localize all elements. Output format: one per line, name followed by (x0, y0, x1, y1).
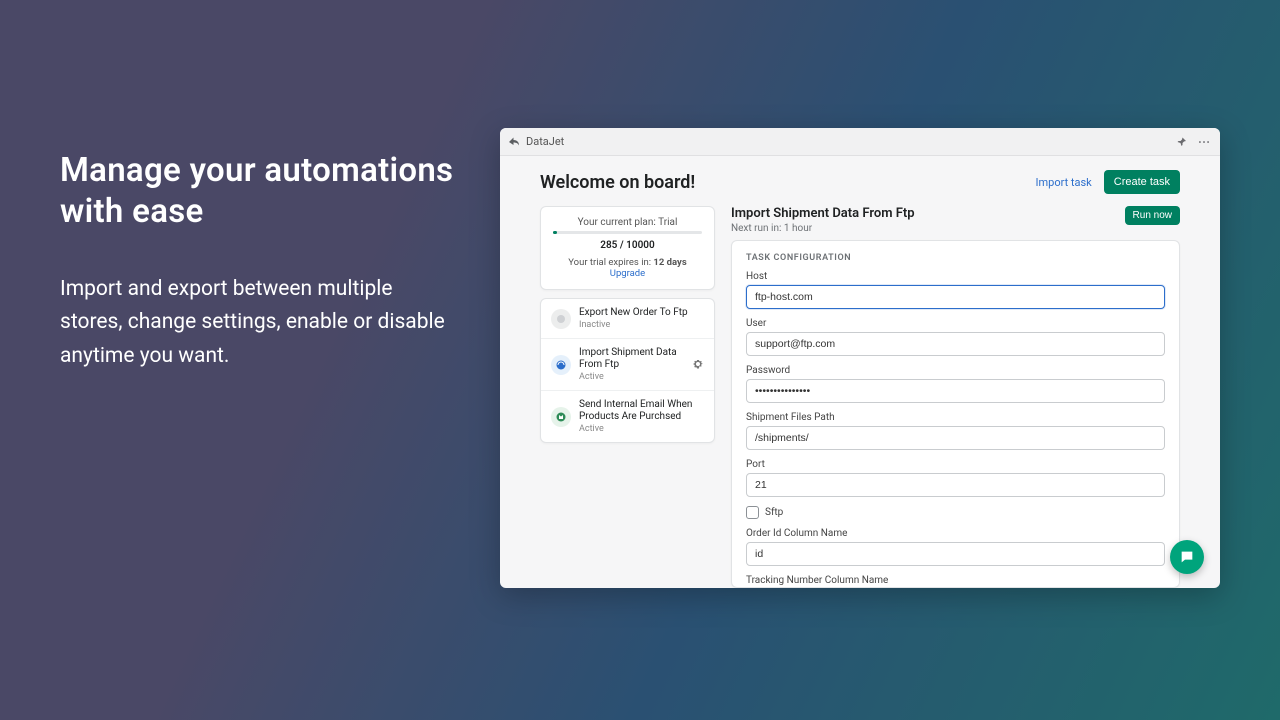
pin-icon[interactable] (1174, 134, 1190, 150)
user-input[interactable] (746, 332, 1165, 356)
import-task-link[interactable]: Import task (1036, 176, 1092, 189)
sftp-checkbox[interactable] (746, 506, 759, 519)
quota-progress (553, 231, 702, 234)
plan-card: Your current plan: Trial 285 / 10000 You… (540, 206, 715, 290)
expiry-line: Your trial expires in: 12 days Upgrade (553, 257, 702, 279)
orderid-input[interactable] (746, 542, 1165, 566)
gear-icon[interactable] (692, 355, 704, 374)
plan-label-prefix: Your current plan: (578, 217, 656, 228)
sftp-label: Sftp (765, 507, 783, 518)
quota-text: 285 / 10000 (553, 240, 702, 251)
sftp-row[interactable]: Sftp (746, 506, 1165, 519)
user-label: User (746, 318, 1165, 329)
task-item-send-email[interactable]: Send Internal Email When Products Are Pu… (541, 391, 714, 442)
task-icon (551, 407, 571, 427)
expiry-days: 12 days (653, 257, 686, 268)
left-column: Your current plan: Trial 285 / 10000 You… (540, 206, 715, 588)
page-root: Manage your automations with ease Import… (0, 0, 1280, 720)
plan-name: Trial (658, 217, 677, 228)
create-task-button[interactable]: Create task (1104, 170, 1180, 194)
detail-next-run: Next run in: 1 hour (731, 223, 1125, 234)
task-item-import-shipment[interactable]: Import Shipment Data From Ftp Active (541, 339, 714, 391)
path-input[interactable] (746, 426, 1165, 450)
page-header: Welcome on board! Import task Create tas… (540, 170, 1180, 194)
marketing-body: Import and export between multiple store… (60, 273, 460, 374)
task-title: Send Internal Email When Products Are Pu… (579, 399, 704, 423)
expiry-prefix: Your trial expires in: (568, 257, 651, 268)
section-label: TASK CONFIGURATION (746, 253, 1165, 263)
more-icon[interactable] (1196, 134, 1212, 150)
right-column: Import Shipment Data From Ftp Next run i… (731, 206, 1180, 588)
host-label: Host (746, 271, 1165, 282)
task-status: Active (579, 372, 684, 382)
config-card: TASK CONFIGURATION Host User Password (731, 240, 1180, 588)
host-input[interactable] (746, 285, 1165, 309)
port-label: Port (746, 459, 1165, 470)
app-window: DataJet Welcome on board! Import task Cr… (500, 128, 1220, 588)
page-title: Welcome on board! (540, 172, 1036, 193)
content-area: Welcome on board! Import task Create tas… (500, 156, 1220, 588)
marketing-copy: Manage your automations with ease Import… (60, 150, 460, 373)
marketing-heading: Manage your automations with ease (60, 150, 460, 233)
app-logo-icon (508, 136, 520, 148)
task-status: Active (579, 424, 704, 434)
tracking-label: Tracking Number Column Name (746, 575, 1165, 586)
titlebar: DataJet (500, 128, 1220, 156)
app-name: DataJet (526, 135, 564, 148)
task-item-export-order[interactable]: Export New Order To Ftp Inactive (541, 299, 714, 339)
task-status: Inactive (579, 320, 704, 330)
detail-header: Import Shipment Data From Ftp Next run i… (731, 206, 1180, 234)
task-list: Export New Order To Ftp Inactive Import … (540, 298, 715, 443)
plan-label: Your current plan: Trial (553, 217, 702, 228)
password-label: Password (746, 365, 1165, 376)
body-columns: Your current plan: Trial 285 / 10000 You… (540, 206, 1180, 588)
detail-title: Import Shipment Data From Ftp (731, 206, 1125, 221)
chat-button[interactable] (1170, 540, 1204, 574)
task-icon (551, 309, 571, 329)
run-now-button[interactable]: Run now (1125, 206, 1180, 225)
upgrade-link[interactable]: Upgrade (610, 268, 645, 279)
orderid-label: Order Id Column Name (746, 528, 1165, 539)
password-input[interactable] (746, 379, 1165, 403)
task-title: Export New Order To Ftp (579, 307, 704, 319)
task-icon (551, 355, 571, 375)
path-label: Shipment Files Path (746, 412, 1165, 423)
port-input[interactable] (746, 473, 1165, 497)
task-title: Import Shipment Data From Ftp (579, 347, 684, 371)
